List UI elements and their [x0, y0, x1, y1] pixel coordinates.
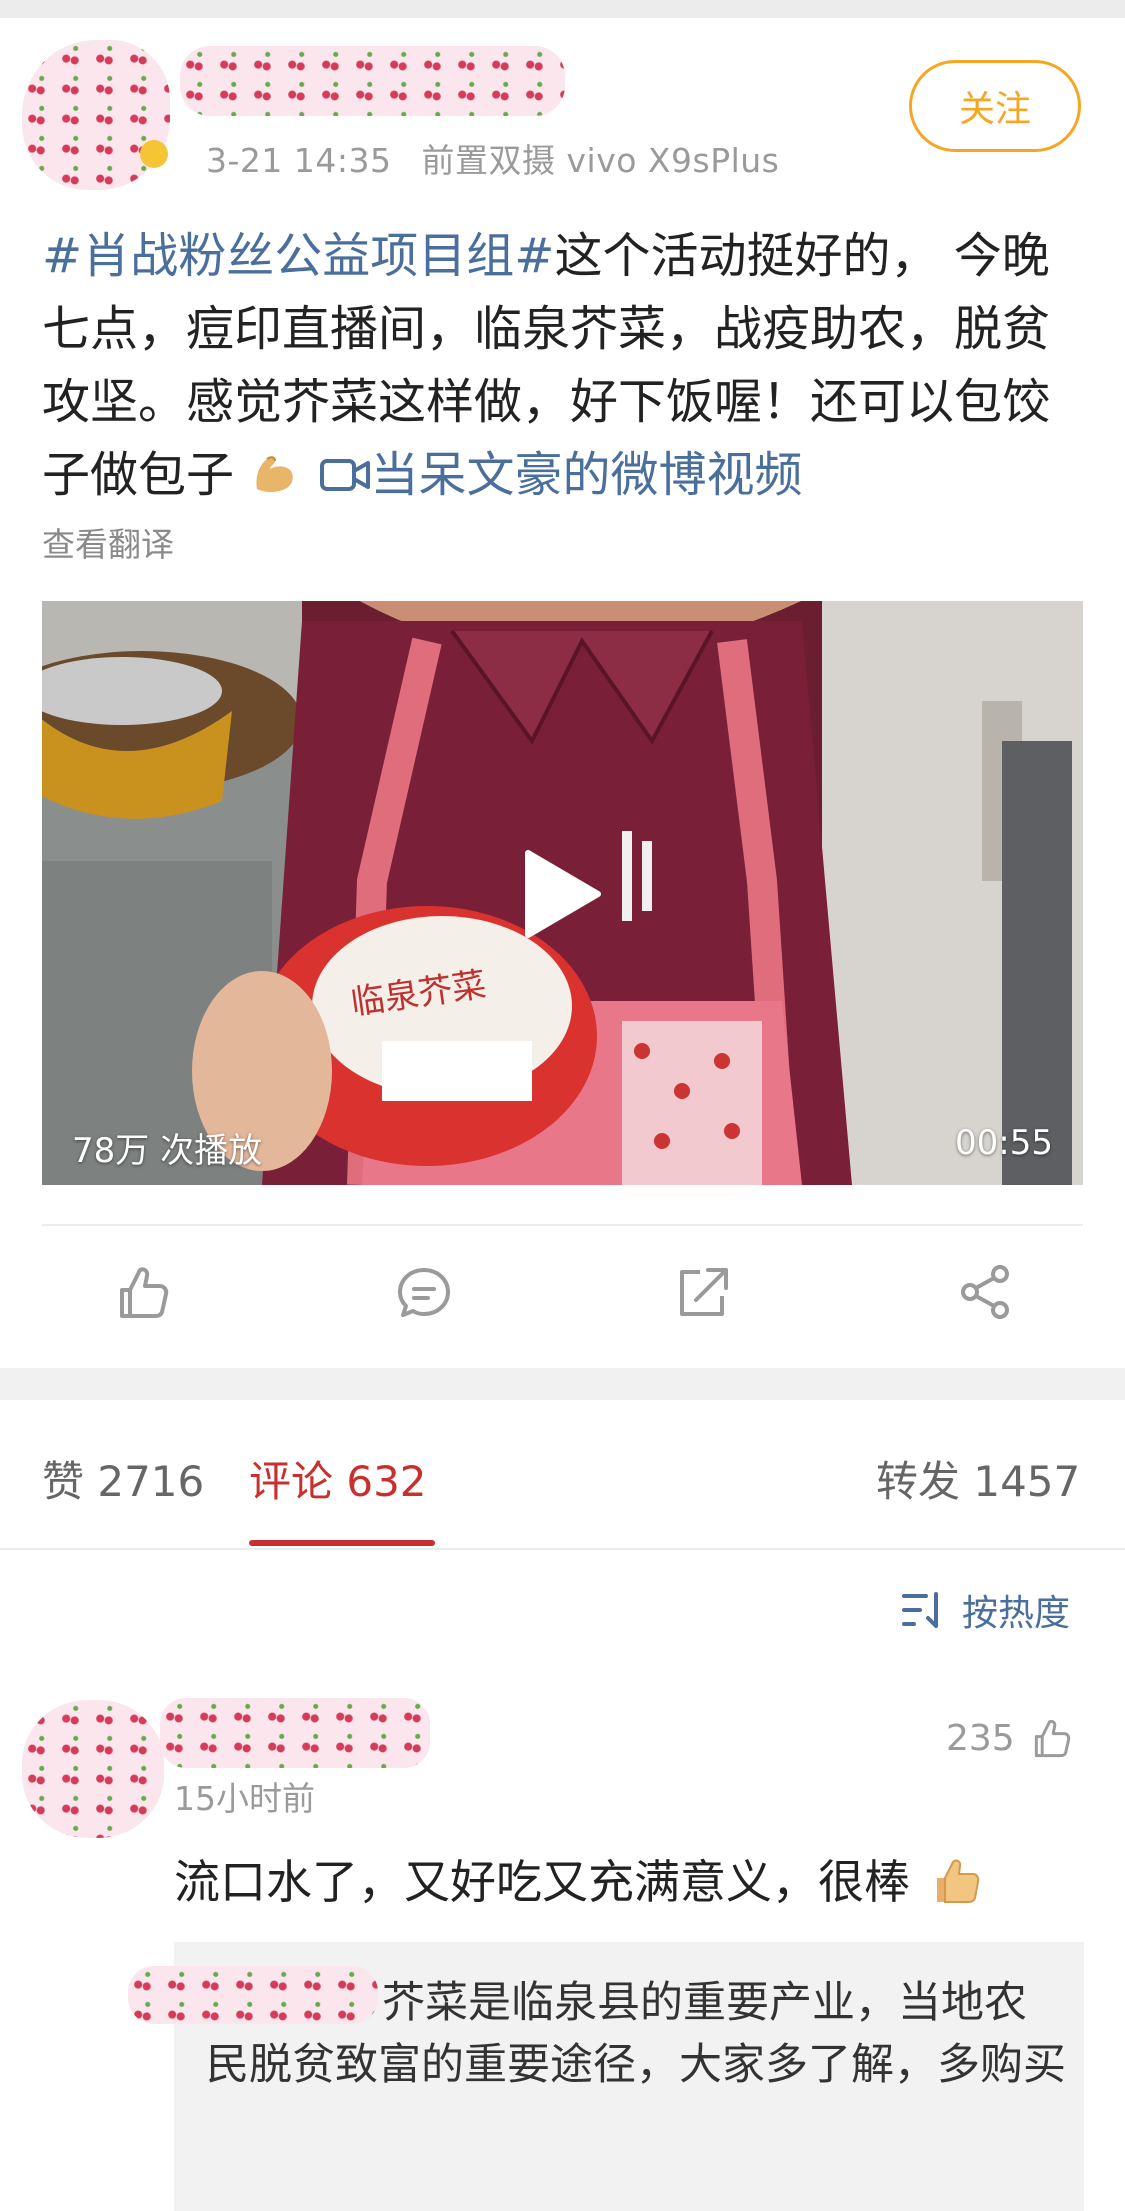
comment-time: 15小时前: [174, 1779, 315, 1818]
comment-icon[interactable]: [394, 1262, 454, 1322]
tab-likes[interactable]: 赞 2716: [42, 1448, 204, 1509]
verified-badge-icon: [140, 140, 168, 168]
comment-like-button[interactable]: 235: [946, 1716, 1073, 1760]
reply-text: 芥菜是临泉县的重要产业，当地农民脱贫致富的重要途径，大家多了解，多购买: [206, 1978, 1066, 2090]
post-text: #肖战粉丝公益项目组#这个活动挺好的， 今晚七点，痘印直播间，临泉芥菜，战疫助农…: [42, 220, 1087, 512]
tab-reposts[interactable]: 转发 1457: [876, 1448, 1080, 1509]
comment-body: 流口水了，又好吃又充满意义，很棒: [174, 1855, 910, 1909]
post-meta: 3-21 14:35 前置双摄 vivo X9sPlus: [206, 134, 809, 182]
comment-text: 流口水了，又好吃又充满意义，很棒: [174, 1846, 981, 1912]
like-icon: [1034, 1719, 1070, 1758]
sort-button[interactable]: 按热度: [902, 1584, 1070, 1636]
top-edge: [0, 0, 1125, 18]
sort-icon: [902, 1592, 938, 1628]
video-player[interactable]: 临泉芥菜 78万 次播放 00:55: [42, 601, 1083, 1185]
hashtag-link[interactable]: #肖战粉丝公益项目组#: [42, 228, 554, 284]
play-count: 78万 次播放: [72, 1131, 263, 1171]
sort-label: 按热度: [962, 1593, 1071, 1634]
flexed-biceps-icon: [256, 456, 294, 492]
translate-link[interactable]: 查看翻译: [42, 518, 174, 566]
divider: [0, 1548, 1125, 1550]
video-link[interactable]: 当呆文豪的微博视频: [371, 447, 803, 503]
comment-username-redacted[interactable]: [160, 1698, 430, 1768]
thumbs-up-icon: [936, 1859, 979, 1903]
tab-comments[interactable]: 评论 632: [249, 1448, 427, 1509]
like-icon[interactable]: [112, 1262, 172, 1322]
section-gap: [0, 1368, 1125, 1400]
video-camera-icon[interactable]: [319, 453, 371, 497]
follow-button[interactable]: 关注: [909, 60, 1081, 152]
post-device: 前置双摄 vivo X9sPlus: [421, 141, 780, 180]
active-tab-indicator: [249, 1540, 435, 1546]
play-icon[interactable]: [522, 849, 602, 939]
username-redacted[interactable]: [180, 46, 565, 116]
repost-icon[interactable]: [672, 1262, 732, 1322]
comment-avatar[interactable]: [22, 1700, 164, 1838]
avatar[interactable]: [22, 40, 170, 190]
divider: [42, 1224, 1083, 1226]
comment-like-count: 235: [946, 1717, 1015, 1759]
share-icon[interactable]: [956, 1262, 1016, 1322]
post-timestamp: 3-21 14:35: [206, 141, 392, 180]
video-duration: 00:55: [955, 1123, 1053, 1163]
